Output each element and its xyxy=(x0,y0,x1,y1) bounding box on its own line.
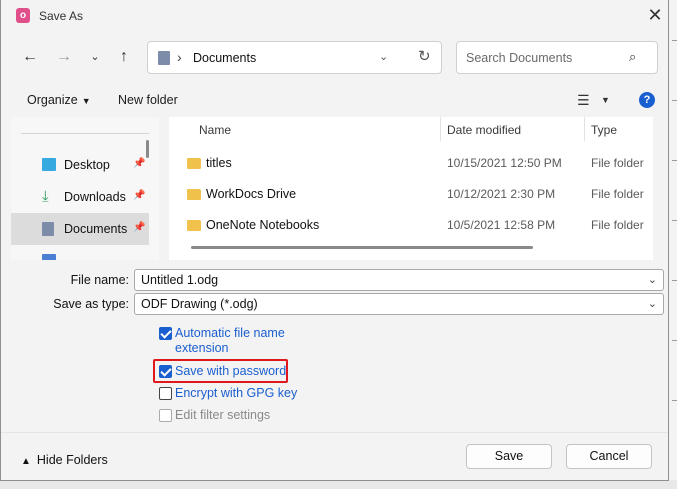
search-input[interactable]: Search Documents xyxy=(466,51,572,65)
back-button[interactable]: ← xyxy=(18,45,42,69)
help-icon[interactable]: ? xyxy=(639,92,655,108)
table-row[interactable]: WorkDocs Drive 10/12/2021 2:30 PM File f… xyxy=(169,179,653,210)
background-window-bottom xyxy=(0,480,677,489)
file-name-input[interactable]: Untitled 1.odg xyxy=(141,273,218,287)
table-row[interactable]: titles 10/15/2021 12:50 PM File folder xyxy=(169,148,653,179)
file-name: OneNote Notebooks xyxy=(206,218,320,232)
auto-extension-label-line1: Automatic file name xyxy=(175,326,285,340)
address-bar[interactable]: › Documents ⌄ ↻ xyxy=(147,41,442,74)
title-bar: o Save As ✕ xyxy=(1,0,668,32)
nav-divider xyxy=(21,133,149,134)
auto-extension-label[interactable]: Automatic file name extension xyxy=(175,326,285,356)
chevron-up-icon: ▲ xyxy=(21,456,31,467)
folder-icon xyxy=(187,220,201,231)
hide-folders-button[interactable]: ▲ Hide Folders xyxy=(21,453,108,467)
pin-icon[interactable]: 📌 xyxy=(133,158,145,169)
sidebar-item-documents[interactable]: Documents 📌 xyxy=(11,213,149,245)
cancel-button[interactable]: Cancel xyxy=(566,444,652,469)
search-box[interactable]: Search Documents ⌕ xyxy=(456,41,658,74)
file-date: 10/15/2021 12:50 PM xyxy=(447,156,562,170)
view-dropdown-icon[interactable]: ▼ xyxy=(601,95,610,105)
desktop-icon xyxy=(42,158,56,171)
organize-button[interactable]: Organize ▼ xyxy=(27,93,91,107)
save-type-value: ODF Drawing (*.odg) xyxy=(141,297,258,311)
auto-extension-label-line2: extension xyxy=(175,341,229,355)
chevron-down-icon: ⌄ xyxy=(90,51,100,63)
gpg-checkbox[interactable] xyxy=(159,387,172,400)
table-row[interactable]: OneNote Notebooks 10/5/2021 12:58 PM Fil… xyxy=(169,210,653,241)
column-divider[interactable] xyxy=(584,117,585,141)
sidebar-item-label: Downloads xyxy=(64,190,126,204)
refresh-icon[interactable]: ↻ xyxy=(418,47,431,65)
file-date: 10/12/2021 2:30 PM xyxy=(447,187,556,201)
close-icon[interactable]: ✕ xyxy=(641,3,669,27)
file-name: WorkDocs Drive xyxy=(206,187,297,201)
save-as-dialog: o Save As ✕ ← → ⌄ ↑ › Documents ⌄ ↻ Sear… xyxy=(0,0,669,481)
folder-icon xyxy=(187,189,201,200)
chevron-down-icon[interactable]: ⌄ xyxy=(648,273,657,286)
new-folder-button[interactable]: New folder xyxy=(118,93,178,107)
sidebar-item-partial[interactable] xyxy=(11,245,149,260)
folder-icon xyxy=(187,158,201,169)
navigation-pane: Desktop 📌 ⤓ Downloads 📌 Documents 📌 xyxy=(11,117,159,260)
chevron-down-icon[interactable]: ⌄ xyxy=(648,297,657,310)
file-name-label: File name: xyxy=(70,273,129,287)
hide-folders-label: Hide Folders xyxy=(36,453,108,467)
save-type-select[interactable]: ODF Drawing (*.odg) ⌄ xyxy=(134,293,664,315)
sidebar-item-desktop[interactable]: Desktop 📌 xyxy=(11,149,149,181)
pin-icon[interactable]: 📌 xyxy=(133,190,145,201)
forward-button[interactable]: → xyxy=(52,45,76,69)
highlight-box xyxy=(153,359,288,383)
sidebar-item-downloads[interactable]: ⤓ Downloads 📌 xyxy=(11,181,149,213)
window-title: Save As xyxy=(39,9,84,23)
organize-label: Organize xyxy=(27,93,78,107)
column-header-date[interactable]: Date modified xyxy=(447,123,521,137)
gpg-label[interactable]: Encrypt with GPG key xyxy=(175,386,297,401)
pictures-icon xyxy=(42,254,56,260)
document-folder-icon xyxy=(158,51,170,65)
file-name: titles xyxy=(206,156,232,170)
document-icon xyxy=(42,222,54,236)
up-button[interactable]: ↑ xyxy=(112,45,136,69)
save-button[interactable]: Save xyxy=(466,444,552,469)
save-type-label: Save as type: xyxy=(53,297,129,311)
pin-icon[interactable]: 📌 xyxy=(133,222,145,233)
column-header-name[interactable]: Name xyxy=(199,123,231,137)
file-name-field[interactable]: Untitled 1.odg ⌄ xyxy=(134,269,664,291)
file-type: File folder xyxy=(591,187,644,201)
app-icon: o xyxy=(16,8,30,23)
arrow-right-icon: → xyxy=(56,48,72,65)
recent-locations-button[interactable]: ⌄ xyxy=(83,45,107,69)
sidebar-item-label: Desktop xyxy=(64,158,110,172)
file-date: 10/5/2021 12:58 PM xyxy=(447,218,556,232)
caret-down-icon: ▼ xyxy=(81,96,91,106)
column-header-type[interactable]: Type xyxy=(591,123,617,137)
background-window-edge xyxy=(668,0,677,489)
dialog-footer: ▲ Hide Folders Save Cancel xyxy=(1,432,668,480)
file-list-horizontal-scrollbar[interactable] xyxy=(191,246,533,249)
nav-pane-scrollbar[interactable] xyxy=(146,140,149,158)
filter-label: Edit filter settings xyxy=(175,408,271,422)
auto-extension-checkbox[interactable] xyxy=(159,327,172,340)
address-dropdown-icon[interactable]: ⌄ xyxy=(379,50,388,63)
file-type: File folder xyxy=(591,218,644,232)
view-list-icon[interactable]: ☰ xyxy=(577,92,590,109)
arrow-up-icon: ↑ xyxy=(120,48,128,65)
file-type: File folder xyxy=(591,156,644,170)
filter-checkbox xyxy=(159,409,172,422)
arrow-left-icon: ← xyxy=(22,48,38,65)
sidebar-item-label: Documents xyxy=(64,222,128,236)
breadcrumb-separator-icon: › xyxy=(177,49,182,65)
breadcrumb-documents[interactable]: Documents xyxy=(193,51,256,65)
column-divider[interactable] xyxy=(440,117,441,141)
search-icon[interactable]: ⌕ xyxy=(629,49,636,65)
download-icon: ⤓ xyxy=(42,188,49,205)
file-list: Name Date modified Type titles 10/15/202… xyxy=(169,117,653,260)
